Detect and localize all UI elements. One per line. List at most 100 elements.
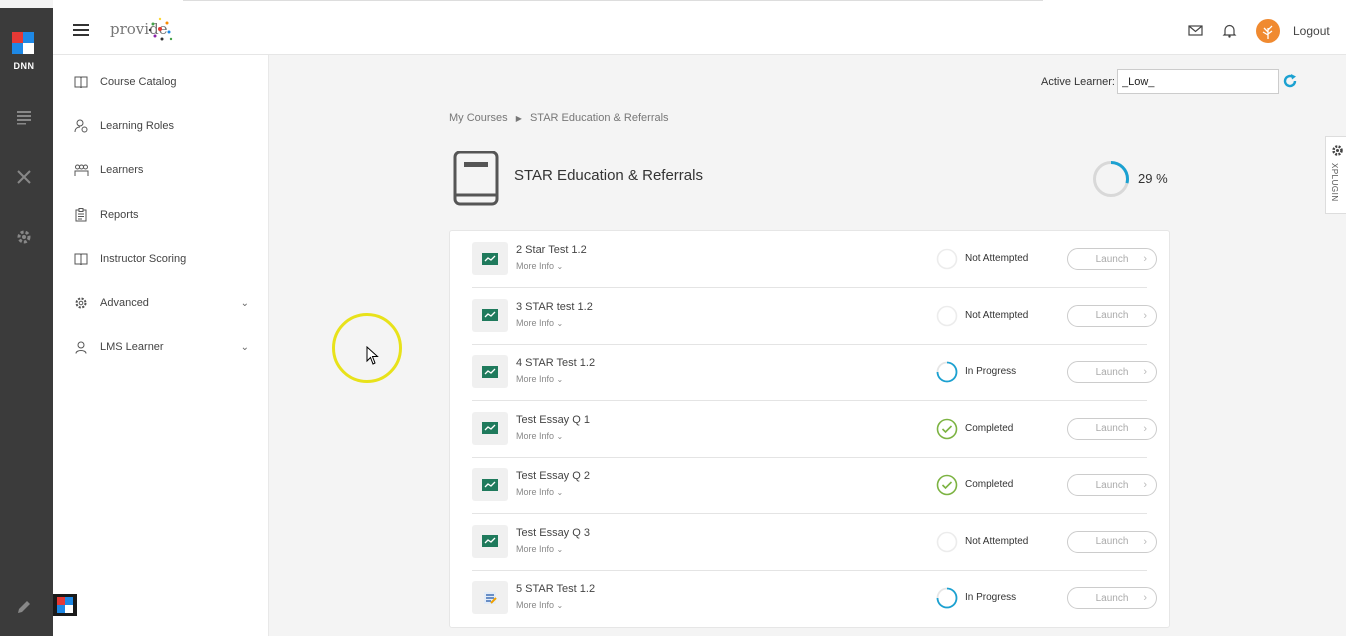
launch-button[interactable]: Launch › xyxy=(1067,361,1157,383)
launch-button[interactable]: Launch › xyxy=(1067,530,1157,553)
launch-label: Launch xyxy=(1095,423,1129,434)
module-status: Not Attempted xyxy=(965,253,1029,264)
in-progress-icon xyxy=(936,587,958,609)
module-status: Completed xyxy=(965,422,1014,434)
chevron-right-icon: › xyxy=(1143,253,1147,265)
sidebar-item-label: LMS Learner xyxy=(100,341,164,353)
sidebar-item-label: Learning Roles xyxy=(100,120,174,132)
module-row: 3 STAR test 1.2 More Info ⌄ Not Attempted L… xyxy=(472,288,1157,345)
user-avatar[interactable] xyxy=(1256,19,1280,43)
document-module-icon xyxy=(484,591,497,604)
settings-gear-icon[interactable] xyxy=(15,228,33,246)
more-info-toggle[interactable]: More Info ⌄ xyxy=(516,261,563,271)
module-title[interactable]: Test Essay Q 3 xyxy=(516,527,590,539)
more-info-toggle[interactable]: More Info ⌄ xyxy=(516,600,563,610)
module-title[interactable]: 4 STAR Test 1.2 xyxy=(516,357,595,369)
chevron-down-icon[interactable]: ⌄ xyxy=(241,342,249,353)
chevron-down-icon: ⌄ xyxy=(556,431,564,441)
more-info-label: More Info xyxy=(516,487,555,497)
presentation-module-icon xyxy=(482,422,498,434)
content-icon[interactable] xyxy=(15,108,33,126)
active-learner-label: Active Learner: xyxy=(1041,76,1115,88)
module-title[interactable]: 5 STAR Test 1.2 xyxy=(516,583,595,595)
refresh-icon[interactable] xyxy=(1283,74,1297,88)
not-attempted-icon xyxy=(936,531,958,552)
xplugin-tab[interactable]: XPLUGIN xyxy=(1325,136,1346,214)
active-learner-input[interactable] xyxy=(1117,69,1279,94)
sidebar-item-label: Course Catalog xyxy=(100,76,177,88)
module-type-badge xyxy=(472,298,508,332)
more-info-toggle[interactable]: More Info ⌄ xyxy=(516,318,563,328)
launch-label: Launch xyxy=(1095,536,1129,547)
chevron-right-icon: › xyxy=(1143,366,1147,378)
sidebar-item-label: Learners xyxy=(100,164,144,176)
more-info-toggle[interactable]: More Info ⌄ xyxy=(516,431,563,441)
clipboard-icon xyxy=(75,208,87,222)
course-title: STAR Education & Referrals xyxy=(514,167,703,184)
module-type-badge xyxy=(472,242,508,275)
launch-label: Launch xyxy=(1095,592,1129,604)
in-progress-icon xyxy=(936,361,958,383)
breadcrumb-separator-icon: ▶ xyxy=(515,114,522,123)
module-status: Completed xyxy=(965,479,1014,490)
module-type-badge xyxy=(472,411,508,445)
not-attempted-icon xyxy=(936,248,958,270)
launch-button[interactable]: Launch › xyxy=(1067,248,1157,270)
sidebar-item-lms-learner[interactable]: LMS Learner ⌄ xyxy=(73,337,249,357)
dnn-mini-logo-icon[interactable] xyxy=(53,594,77,616)
sidebar-item-reports[interactable]: Reports xyxy=(73,205,139,225)
sidebar-item-learning-roles[interactable]: Learning Roles xyxy=(73,116,174,136)
roles-icon xyxy=(74,119,88,133)
module-title[interactable]: Test Essay Q 2 xyxy=(516,470,590,482)
presentation-module-icon xyxy=(482,535,498,547)
chevron-down-icon[interactable]: ⌄ xyxy=(241,298,249,309)
launch-label: Launch xyxy=(1095,366,1129,378)
edit-pencil-icon[interactable] xyxy=(15,598,33,616)
module-row: 2 Star Test 1.2 More Info ⌄ Not Attempted L… xyxy=(472,231,1157,288)
presentation-module-icon xyxy=(482,252,498,265)
more-info-toggle[interactable]: More Info ⌄ xyxy=(516,374,563,384)
module-title[interactable]: Test Essay Q 1 xyxy=(516,414,590,426)
bell-icon[interactable] xyxy=(1222,23,1237,38)
xplugin-gear-icon xyxy=(1332,145,1343,156)
mail-icon[interactable] xyxy=(1188,23,1203,38)
sidebar-item-instructor-scoring[interactable]: Instructor Scoring xyxy=(73,249,186,269)
more-info-toggle[interactable]: More Info ⌄ xyxy=(516,544,563,554)
logout-link[interactable]: Logout xyxy=(1293,24,1330,38)
launch-label: Launch xyxy=(1095,479,1129,491)
launch-button[interactable]: Launch › xyxy=(1067,304,1157,327)
sidebar-item-advanced[interactable]: Advanced ⌄ xyxy=(73,293,249,313)
chevron-down-icon: ⌄ xyxy=(556,488,564,497)
not-attempted-icon xyxy=(936,305,958,326)
launch-label: Launch xyxy=(1095,310,1129,321)
dnn-label: DNN xyxy=(13,61,35,71)
launch-button[interactable]: Launch › xyxy=(1067,474,1157,496)
presentation-module-icon xyxy=(482,478,498,491)
launch-button[interactable]: Launch › xyxy=(1067,587,1157,609)
launch-button[interactable]: Launch › xyxy=(1067,417,1157,440)
launch-label: Launch xyxy=(1095,253,1129,265)
more-info-label: More Info xyxy=(516,430,555,441)
dnn-logo-icon[interactable] xyxy=(12,32,34,54)
breadcrumb-current: STAR Education & Referrals xyxy=(529,112,669,124)
completed-check-icon xyxy=(936,474,958,496)
sidebar-nav: Course Catalog Learning Roles Learners R… xyxy=(53,55,269,636)
module-type-badge xyxy=(472,468,508,501)
sidebar-item-learners[interactable]: Learners xyxy=(73,160,143,180)
chevron-down-icon: ⌄ xyxy=(556,601,564,610)
mouse-pointer-icon xyxy=(366,346,379,365)
module-status: Not Attempted xyxy=(965,309,1029,321)
hamburger-menu-icon[interactable] xyxy=(73,24,89,36)
module-title[interactable]: 2 Star Test 1.2 xyxy=(516,244,587,256)
presentation-module-icon xyxy=(482,365,498,378)
module-type-badge xyxy=(472,524,508,558)
breadcrumb-my-courses[interactable]: My Courses xyxy=(449,112,508,124)
more-info-label: More Info xyxy=(516,261,555,271)
chevron-down-icon: ⌄ xyxy=(556,262,564,271)
more-info-toggle[interactable]: More Info ⌄ xyxy=(516,487,563,497)
sidebar-item-label: Reports xyxy=(100,209,139,221)
sidebar-item-course-catalog[interactable]: Course Catalog xyxy=(73,72,176,92)
module-title[interactable]: 3 STAR test 1.2 xyxy=(516,301,593,313)
breadcrumb: My Courses ▶ STAR Education & Referrals xyxy=(449,112,669,124)
tools-icon[interactable] xyxy=(15,168,33,186)
